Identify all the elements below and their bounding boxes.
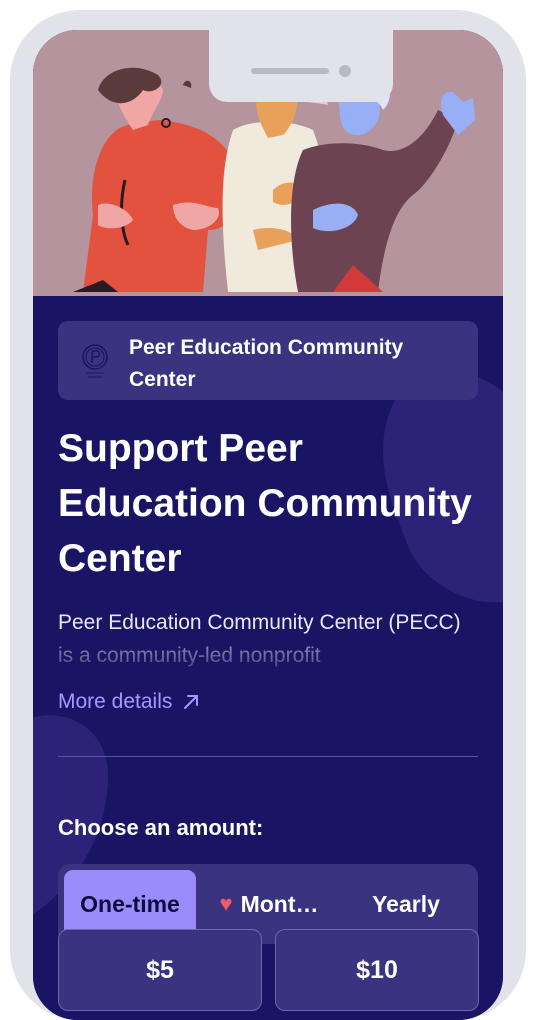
amount-option-10[interactable]: $10 (275, 929, 479, 1011)
speaker-grille (251, 68, 329, 74)
front-camera (339, 65, 351, 77)
phone-screen: Peer Education Community Center Support … (33, 30, 503, 1020)
org-logo (82, 344, 108, 378)
heart-icon: ♥ (219, 891, 233, 916)
section-divider (58, 756, 478, 757)
page-title: Support Peer Education Community Center (58, 427, 472, 580)
frequency-yearly-label: Yearly (372, 890, 440, 917)
frequency-one-time-tab[interactable]: One-time (64, 870, 196, 938)
more-details-link[interactable]: More details (58, 686, 200, 718)
choose-amount-label: Choose an amount: (58, 815, 264, 840)
more-details-label: More details (58, 690, 173, 713)
frequency-monthly-tab[interactable]: ♥ Mont… (204, 870, 334, 938)
organization-card[interactable]: Peer Education Community Center (58, 321, 478, 400)
phone-notch (209, 30, 393, 102)
content-panel: Peer Education Community Center Support … (33, 296, 503, 1020)
organization-name: Peer Education Community Center (129, 336, 404, 391)
description-fade (33, 636, 503, 676)
frequency-monthly-label: Mont… (240, 890, 319, 917)
amount-label: $10 (356, 955, 398, 984)
frequency-yearly-tab[interactable]: Yearly (340, 870, 472, 938)
arrow-up-right-icon (184, 695, 199, 709)
frequency-one-time-label: One-time (80, 890, 180, 917)
amount-option-5[interactable]: $5 (58, 929, 262, 1011)
amount-label: $5 (146, 955, 174, 984)
